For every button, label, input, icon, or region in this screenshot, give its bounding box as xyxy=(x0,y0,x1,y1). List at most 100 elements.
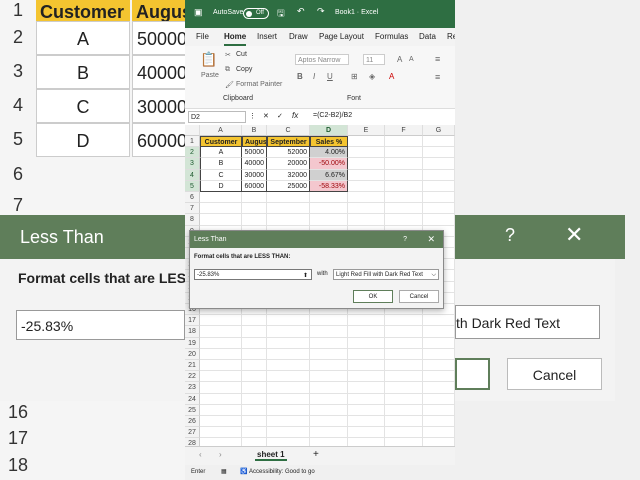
grid-cell[interactable] xyxy=(348,427,385,439)
row-header[interactable]: 6 xyxy=(185,192,200,204)
redo-icon[interactable]: ↷ xyxy=(317,6,325,17)
grid-cell[interactable] xyxy=(200,360,242,372)
save-icon[interactable]: 🖫 xyxy=(277,6,285,22)
table-cell[interactable]: -58.33% xyxy=(310,180,348,192)
grid-cell[interactable] xyxy=(200,203,242,215)
threshold-input[interactable]: -25.83% ⬆ xyxy=(194,269,312,280)
grid-cell[interactable] xyxy=(385,348,423,360)
row-header[interactable]: 8 xyxy=(185,214,200,226)
grid-cell[interactable] xyxy=(385,393,423,405)
grid-cell[interactable] xyxy=(423,337,455,349)
table-cell[interactable]: B xyxy=(200,158,242,170)
grid-cell[interactable] xyxy=(423,136,455,148)
grid-cell[interactable] xyxy=(423,326,455,338)
grid-cell[interactable] xyxy=(348,360,385,372)
grid-cell[interactable] xyxy=(423,348,455,360)
tab-page-layout[interactable]: Page Layout xyxy=(319,32,364,41)
row-header[interactable]: 2 xyxy=(185,147,200,159)
grid-cell[interactable] xyxy=(423,393,455,405)
grid-cell[interactable] xyxy=(310,326,348,338)
column-header-d[interactable]: D xyxy=(310,125,348,136)
align-top-icon[interactable]: ≡ xyxy=(435,54,440,64)
grid-cell[interactable] xyxy=(385,180,423,192)
grid-cell[interactable] xyxy=(423,382,455,394)
grid-cell[interactable] xyxy=(423,416,455,428)
grid-cell[interactable] xyxy=(423,360,455,372)
row-header[interactable]: 27 xyxy=(185,427,200,439)
grid-cell[interactable] xyxy=(348,326,385,338)
align-left-icon[interactable]: ≡ xyxy=(435,72,440,82)
grid-cell[interactable] xyxy=(385,360,423,372)
grid-cell[interactable] xyxy=(267,337,310,349)
grid-cell[interactable] xyxy=(385,136,423,148)
grid-cell[interactable] xyxy=(310,360,348,372)
row-header[interactable]: 24 xyxy=(185,393,200,405)
grid-cell[interactable] xyxy=(267,382,310,394)
grow-font-icon[interactable]: A xyxy=(397,55,402,64)
column-header-g[interactable]: G xyxy=(423,125,455,136)
row-header[interactable]: 4 xyxy=(185,169,200,181)
bold-icon[interactable]: B xyxy=(297,72,303,81)
grid-cell[interactable] xyxy=(385,158,423,170)
table-cell[interactable]: 32000 xyxy=(267,169,310,181)
copy-label[interactable]: Copy xyxy=(236,66,252,73)
next-sheet-icon[interactable]: › xyxy=(219,450,222,459)
grid-cell[interactable] xyxy=(242,192,267,204)
grid-cell[interactable] xyxy=(267,326,310,338)
cut-icon[interactable]: ✂ xyxy=(225,51,231,59)
grid-cell[interactable] xyxy=(200,371,242,383)
grid-cell[interactable] xyxy=(310,382,348,394)
table-cell[interactable]: 25000 xyxy=(267,180,310,192)
grid-cell[interactable] xyxy=(348,147,385,159)
name-box[interactable]: D2 xyxy=(188,111,246,123)
grid-cell[interactable] xyxy=(348,393,385,405)
grid-cell[interactable] xyxy=(200,326,242,338)
grid-cell[interactable] xyxy=(423,427,455,439)
grid-cell[interactable] xyxy=(242,214,267,226)
grid-cell[interactable] xyxy=(200,416,242,428)
grid-cell[interactable] xyxy=(348,404,385,416)
grid-cell[interactable] xyxy=(200,214,242,226)
row-header[interactable]: 21 xyxy=(185,360,200,372)
grid-cell[interactable] xyxy=(423,203,455,215)
grid-cell[interactable] xyxy=(267,214,310,226)
row-header[interactable]: 25 xyxy=(185,404,200,416)
grid-cell[interactable] xyxy=(242,348,267,360)
grid-cell[interactable] xyxy=(267,427,310,439)
row-header[interactable]: 22 xyxy=(185,371,200,383)
grid-cell[interactable] xyxy=(385,169,423,181)
grid-cell[interactable] xyxy=(348,158,385,170)
font-name-box[interactable]: Aptos Narrow xyxy=(295,54,349,65)
row-header[interactable]: 18 xyxy=(185,326,200,338)
grid-cell[interactable] xyxy=(310,315,348,327)
grid-cell[interactable] xyxy=(385,214,423,226)
tab-review[interactable]: Re xyxy=(447,32,455,41)
grid-cell[interactable] xyxy=(423,404,455,416)
grid-cell[interactable] xyxy=(348,192,385,204)
grid-cell[interactable] xyxy=(348,315,385,327)
column-header-b[interactable]: B xyxy=(242,125,267,136)
table-header-cell[interactable]: Sales % xyxy=(310,136,348,148)
row-header[interactable]: 1 xyxy=(185,136,200,148)
row-header[interactable]: 23 xyxy=(185,382,200,394)
grid-cell[interactable] xyxy=(267,192,310,204)
table-cell[interactable]: 20000 xyxy=(267,158,310,170)
grid-cell[interactable] xyxy=(385,427,423,439)
row-header[interactable]: 3 xyxy=(185,158,200,170)
row-header[interactable]: 17 xyxy=(185,315,200,327)
grid-cell[interactable] xyxy=(385,382,423,394)
insert-function-icon[interactable]: fx xyxy=(292,111,298,120)
borders-icon[interactable]: ⊞ xyxy=(351,72,358,81)
cancel-icon[interactable]: ✕ xyxy=(263,112,269,120)
font-color-icon[interactable]: A xyxy=(389,72,394,81)
grid-cell[interactable] xyxy=(242,326,267,338)
grid-cell[interactable] xyxy=(310,192,348,204)
table-cell[interactable]: D xyxy=(200,180,242,192)
grid-cell[interactable] xyxy=(385,315,423,327)
grid-cell[interactable] xyxy=(385,147,423,159)
grid-cell[interactable] xyxy=(267,416,310,428)
grid-cell[interactable] xyxy=(423,180,455,192)
grid-cell[interactable] xyxy=(267,371,310,383)
row-header[interactable]: 5 xyxy=(185,180,200,192)
row-header[interactable]: 20 xyxy=(185,348,200,360)
